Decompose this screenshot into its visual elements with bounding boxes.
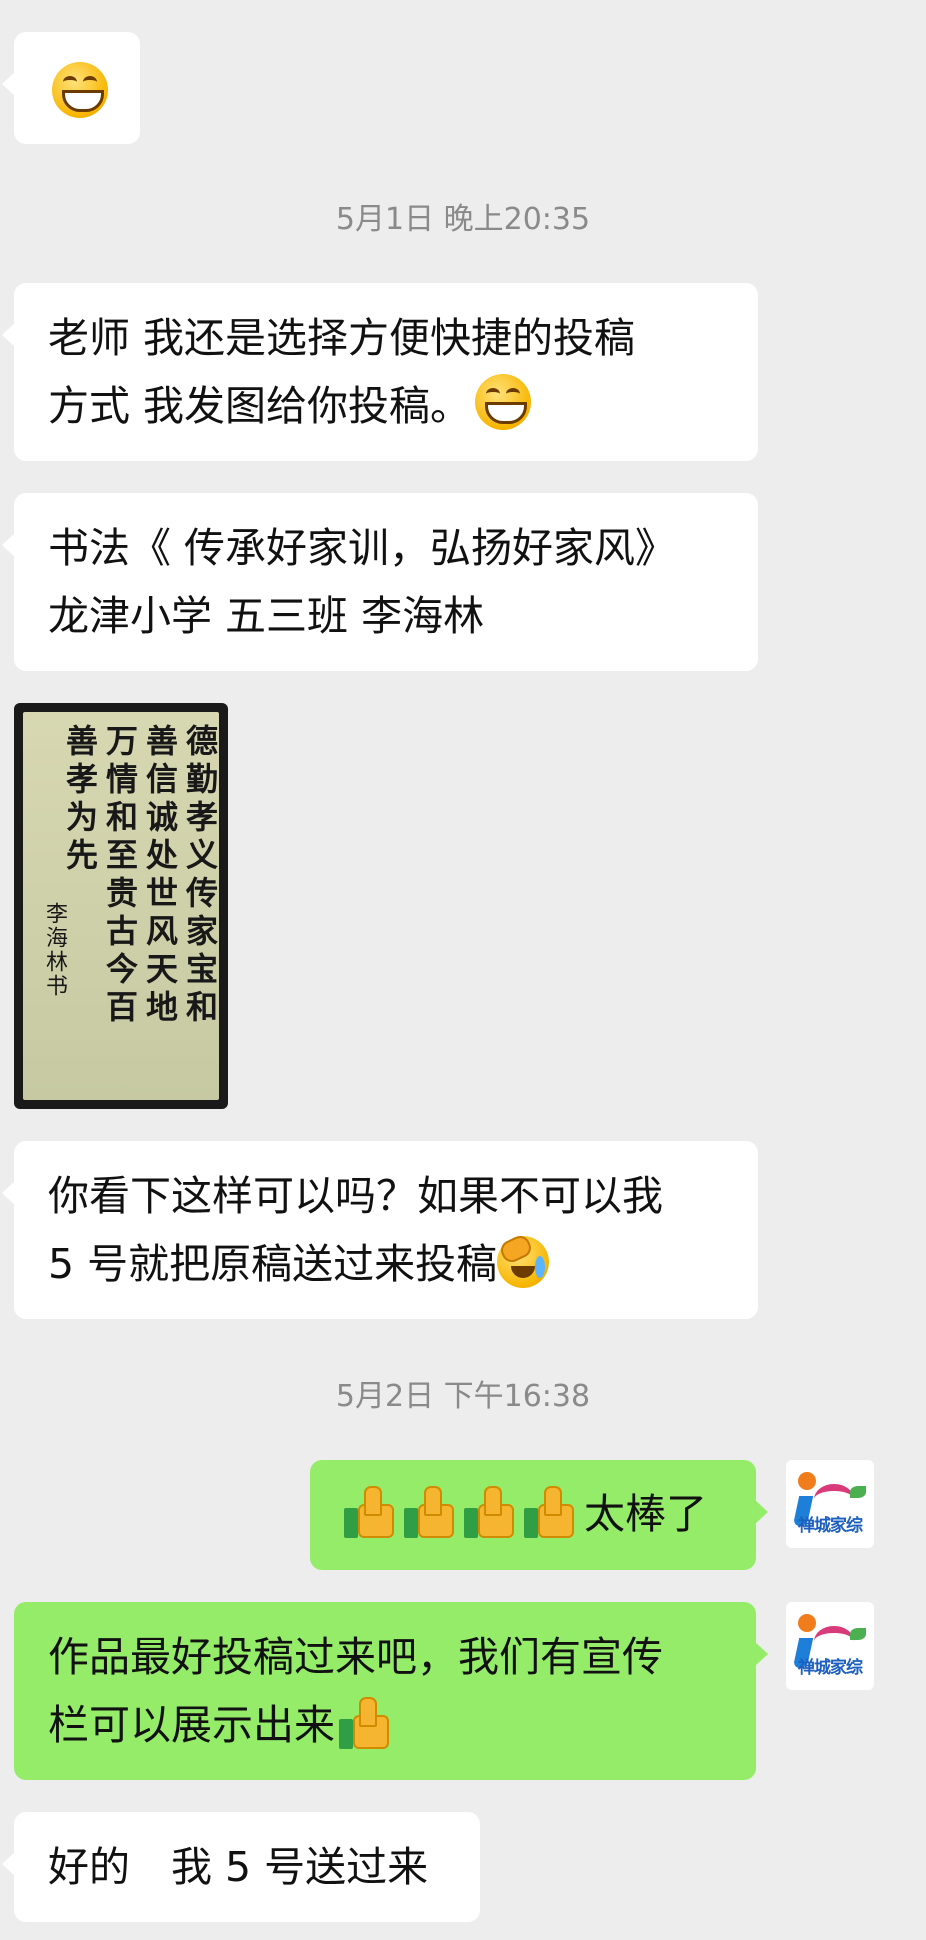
message-text: 老师 我还是选择方便快捷的投稿 (48, 314, 636, 362)
message-text: 5 号就把原稿送过来投稿 (48, 1240, 498, 1288)
avatar[interactable]: 禅城家综 (786, 1460, 874, 1548)
timestamp: 5月1日 晚上20:35 (335, 202, 591, 237)
calligraphy-column: 德勤孝义传家宝和 (181, 724, 219, 1028)
message-bubble[interactable]: 书法《 传承好家训，弘扬好家风》 龙津小学 五三班 李海林 (2, 493, 758, 671)
calligraphy-column: 万情和至贵古今百 (101, 724, 139, 1028)
avatar-label: 禅城家综 (798, 1658, 863, 1678)
thumbs-up-icon (339, 1697, 389, 1749)
message-text-line2-wrap: 栏可以展示出来 (48, 1691, 756, 1759)
thumbs-up-icon (464, 1486, 514, 1538)
timestamp: 5月2日 下午16:38 (335, 1379, 591, 1414)
grinning-emoji-icon (475, 374, 532, 430)
thumbs-up-icon (404, 1486, 454, 1538)
grinning-emoji-icon (52, 62, 108, 118)
message-bubble[interactable]: 好的 我 5 号送过来 (2, 1812, 480, 1922)
message-text-line2-wrap: 方式 我发图给你投稿。 (48, 372, 758, 440)
calligraphy-signature: 李海林书 (42, 902, 67, 998)
message-text: 方式 我发图给你投稿。 (48, 382, 472, 430)
thumbs-up-icon (344, 1486, 394, 1538)
calligraphy-image[interactable]: 德勤孝义传家宝和 善信诚处世风天地 万情和至贵古今百 善孝为先 李海林书 (14, 703, 228, 1109)
message-bubble-outgoing[interactable]: 太棒了 (310, 1460, 768, 1570)
avatar[interactable]: 禅城家综 (786, 1602, 874, 1690)
message-bubble-outgoing[interactable]: 作品最好投稿过来吧，我们有宣传 栏可以展示出来 (14, 1602, 768, 1780)
message-text: 龙津小学 五三班 李海林 (48, 592, 485, 640)
message-text: 作品最好投稿过来吧，我们有宣传 (48, 1633, 663, 1681)
tears-of-joy-emoji-icon (497, 1232, 550, 1288)
message-bubble-emoji[interactable] (2, 32, 140, 144)
message-text-line2-wrap: 5 号就把原稿送过来投稿 (48, 1230, 758, 1298)
avatar-label: 禅城家综 (798, 1516, 863, 1536)
calligraphy-column: 善孝为先 (61, 724, 99, 876)
message-text: 好的 我 5 号送过来 (48, 1843, 429, 1891)
message-text: 太棒了 (584, 1490, 707, 1538)
calligraphy-paper: 德勤孝义传家宝和 善信诚处世风天地 万情和至贵古今百 善孝为先 李海林书 (23, 712, 219, 1100)
message-bubble[interactable]: 老师 我还是选择方便快捷的投稿 方式 我发图给你投稿。 (2, 283, 758, 461)
message-bubble[interactable]: 你看下这样可以吗？如果不可以我 5 号就把原稿送过来投稿 (2, 1141, 758, 1319)
message-text: 你看下这样可以吗？如果不可以我 (48, 1172, 663, 1220)
message-text: 栏可以展示出来 (48, 1701, 335, 1749)
calligraphy-column: 善信诚处世风天地 (141, 724, 179, 1028)
thumbs-up-icon (524, 1486, 574, 1538)
message-text: 书法《 传承好家训，弘扬好家风》 (48, 524, 677, 572)
